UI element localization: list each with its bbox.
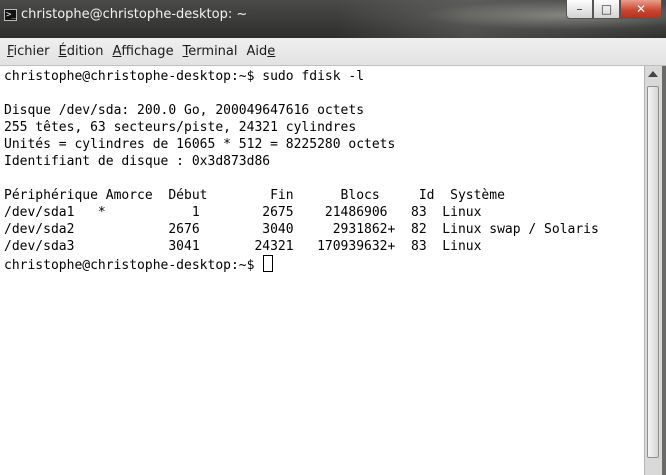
minimize-icon: –	[576, 2, 583, 16]
maximize-icon: □	[600, 2, 613, 16]
close-button[interactable]: ✕	[620, 0, 662, 19]
partition-row-sda2: /dev/sda2 2676 3040 2931862+ 82 Linux sw…	[4, 222, 599, 237]
menu-terminal[interactable]: Terminal	[179, 44, 243, 59]
menu-mnemonic: É	[58, 44, 67, 59]
window-border	[662, 66, 666, 475]
partition-row-sda3: /dev/sda3 3041 24321 170939632+ 83 Linux	[4, 239, 482, 254]
menu-edition[interactable]: Édition	[55, 44, 109, 59]
menu-mnemonic: e	[267, 44, 276, 59]
partition-row-sda1: /dev/sda1 * 1 2675 21486906 83 Linux	[4, 205, 482, 220]
title-bar[interactable]: >_ christophe@christophe-desktop: ~ – □ …	[0, 0, 666, 38]
menu-aide[interactable]: Aide	[243, 44, 281, 59]
window-title: christophe@christophe-desktop: ~	[21, 7, 248, 22]
terminal-line: Disque /dev/sda: 200.0 Go, 200049647616 …	[4, 103, 365, 118]
menu-label: ffichage	[121, 44, 174, 59]
minimize-button[interactable]: –	[566, 0, 593, 19]
menu-bar: Fichier Édition Affichage Terminal Aide	[0, 38, 666, 66]
prompt-line[interactable]: christophe@christophe-desktop:~$	[4, 255, 599, 273]
vertical-scrollbar[interactable]	[644, 66, 662, 475]
terminal-icon[interactable]: >_	[4, 9, 17, 21]
menu-label: ichier	[13, 44, 50, 59]
scrollbar-thumb[interactable]	[647, 86, 659, 458]
menu-fichier[interactable]: Fichier	[3, 44, 55, 59]
text-cursor	[263, 255, 274, 272]
terminal-text-area[interactable]: christophe@christophe-desktop:~$ sudo fd…	[0, 66, 644, 475]
terminal-line: christophe@christophe-desktop:~$ sudo fd…	[4, 69, 365, 84]
menu-label: erminal	[188, 44, 238, 59]
scroll-up-arrow-icon[interactable]	[648, 71, 658, 77]
close-icon: ✕	[635, 2, 647, 16]
window-controls: – □ ✕	[566, 0, 662, 20]
terminal-window: >_ christophe@christophe-desktop: ~ – □ …	[0, 0, 666, 475]
terminal-line: 255 têtes, 63 secteurs/piste, 24321 cyli…	[4, 120, 357, 135]
maximize-button[interactable]: □	[593, 0, 620, 19]
terminal-line: Unités = cylindres de 16065 * 512 = 8225…	[4, 137, 396, 152]
partition-table-header: Périphérique Amorce Début Fin Blocs Id S…	[4, 188, 505, 203]
menu-affichage[interactable]: Affichage	[108, 44, 178, 59]
menu-label: dition	[66, 44, 104, 59]
terminal-output: christophe@christophe-desktop:~$ sudo fd…	[4, 68, 599, 273]
terminal-line: Identifiant de disque : 0x3d873d86	[4, 154, 271, 169]
menu-label: Aid	[246, 44, 268, 59]
shell-prompt: christophe@christophe-desktop:~$	[4, 258, 263, 273]
